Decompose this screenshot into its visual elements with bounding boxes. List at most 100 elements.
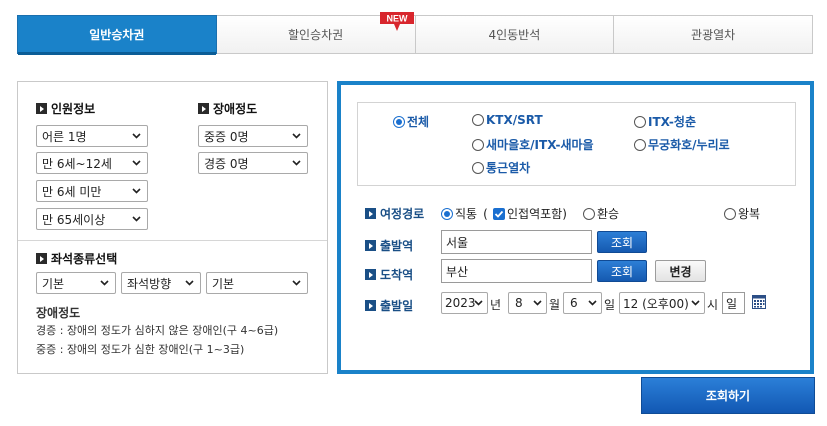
route-direct-radio[interactable]: 직통 ( [441,205,488,222]
arrival-label-text: 도착역 [380,268,414,282]
departure-station-value: 서울 [446,235,469,250]
tab-label: 4인동반석 [488,28,541,42]
train-type-saemaul-radio[interactable]: 새마을호/ITX-새마을 [472,136,594,153]
tab-general-ticket[interactable]: 일반승차권 [17,15,217,55]
weekday-value: 일 [726,296,738,311]
year-unit: 년 [490,298,502,312]
infant-select[interactable]: 만 6세 미만 [36,180,148,202]
tab-tourist-train[interactable]: 관광열차 [614,15,813,54]
swap-stations-button[interactable]: 변경 [655,260,706,282]
chevron-down-icon [131,213,142,224]
seat-type-value: 기본 [42,276,65,291]
route-label-text: 여정경로 [380,207,425,221]
radio-icon [472,114,484,126]
passenger-title-text: 인원정보 [51,102,96,116]
radio-checked-icon [441,207,453,220]
bullet-icon [365,269,376,280]
seat-position-select[interactable]: 기본 [206,272,308,294]
chevron-down-icon [99,277,110,288]
passenger-panel: 인원정보 장애정도 어른 1명 만 6세~12세 만 6세 미만 만 65세이상… [17,81,328,374]
seat-position-value: 기본 [212,276,235,291]
severe-disability-select[interactable]: 중증 0명 [198,125,308,147]
radio-checked-icon [393,115,405,128]
chevron-down-icon [291,157,302,168]
bullet-icon [198,103,209,114]
train-type-saemaul-label: 새마을호/ITX-새마을 [486,138,594,152]
radio-icon [472,138,484,151]
arrival-search-button[interactable]: 조회 [597,260,647,282]
year-select[interactable]: 2023 [441,292,488,314]
bullet-icon [365,300,376,311]
senior-select[interactable]: 만 65세이상 [36,208,148,230]
child-select-value: 만 6세~12세 [42,156,112,171]
tab-four-person-seat[interactable]: 4인동반석 [415,15,615,54]
seat-type-select[interactable]: 기본 [36,272,116,294]
train-type-ktx-radio[interactable]: KTX/SRT [472,113,543,127]
disability-note-heading: 장애정도 [36,306,81,320]
route-paren: ( [483,206,488,221]
day-select[interactable]: 6 [563,292,602,314]
chevron-down-icon [532,297,543,308]
ticket-tabs: 일반승차권 할인승차권 NEW 4인동반석 관광열차 [17,12,813,55]
arrival-station-value: 부산 [446,264,469,279]
disability-note-mild: 경증 : 장애의 정도가 심하지 않은 장애인(구 4~6급) [36,324,279,337]
route-round-trip-radio[interactable]: 왕복 [724,205,760,222]
arrival-label: 도착역 [365,266,413,283]
departure-search-label: 조회 [610,235,634,250]
train-type-commuter-label: 통근열차 [486,161,531,175]
departure-date-label: 출발일 [365,297,413,314]
chevron-down-icon [291,130,302,141]
departure-label: 출발역 [365,237,413,254]
train-type-mugunghwa-radio[interactable]: 무궁화호/누리로 [634,136,730,153]
passenger-title: 인원정보 [36,100,95,117]
disability-title-text: 장애정도 [213,102,258,116]
arrival-station-input[interactable]: 부산 [441,259,592,283]
route-direct-label: 직통 [455,207,478,221]
radio-icon [724,207,736,220]
infant-select-value: 만 6세 미만 [42,184,102,199]
hour-select[interactable]: 12 (오후00) [619,292,705,314]
tab-label: 할인승차권 [288,28,344,42]
route-transfer-label: 환승 [597,207,620,221]
checkbox-checked-icon [493,207,505,220]
seat-direction-select[interactable]: 좌석방향 [121,272,201,294]
train-type-mugunghwa-label: 무궁화호/누리로 [648,138,730,152]
chevron-down-icon [473,297,484,308]
train-type-itx-cheongchun-radio[interactable]: ITX-청춘 [634,113,696,130]
swap-stations-label: 변경 [669,264,692,279]
child-select[interactable]: 만 6세~12세 [36,152,148,174]
nearby-station-checkbox[interactable]: 인접역포함) [491,205,567,222]
train-type-all-label: 전체 [407,115,430,129]
weekday-display: 일 [722,292,745,314]
chevron-down-icon [131,157,142,168]
new-badge: NEW [379,11,415,33]
year-value: 2023 [445,296,476,310]
search-panel: 전체 KTX/SRT ITX-청춘 새마을호/ITX-새마을 무궁화호/누리로 … [337,81,814,374]
search-trains-label: 조회하기 [705,389,751,403]
tab-discount-ticket[interactable]: 할인승차권 NEW [216,12,416,54]
adult-select[interactable]: 어른 1명 [36,125,148,147]
bullet-icon [36,253,47,264]
mild-select-value: 경증 0명 [204,156,249,171]
month-select[interactable]: 8 [508,292,547,314]
train-type-commuter-radio[interactable]: 통근열차 [472,159,530,176]
section-divider [18,240,327,241]
calendar-icon[interactable] [752,295,766,309]
hour-value: 12 (오후00) [623,296,689,311]
train-type-itx-label: ITX-청춘 [648,115,696,129]
day-unit: 일 [604,298,616,312]
seat-type-title: 좌석종류선택 [36,250,117,267]
mild-disability-select[interactable]: 경증 0명 [198,152,308,174]
day-value: 6 [570,296,578,310]
chevron-down-icon [131,185,142,196]
departure-search-button[interactable]: 조회 [597,231,647,253]
radio-icon [472,161,484,174]
radio-icon [583,207,595,220]
disability-title: 장애정도 [198,100,257,117]
departure-station-input[interactable]: 서울 [441,230,592,254]
route-transfer-radio[interactable]: 환승 [583,205,619,222]
month-value: 8 [515,296,523,310]
search-trains-button[interactable]: 조회하기 [641,377,815,414]
train-type-all-radio[interactable]: 전체 [393,113,429,130]
adult-select-value: 어른 1명 [42,129,87,144]
